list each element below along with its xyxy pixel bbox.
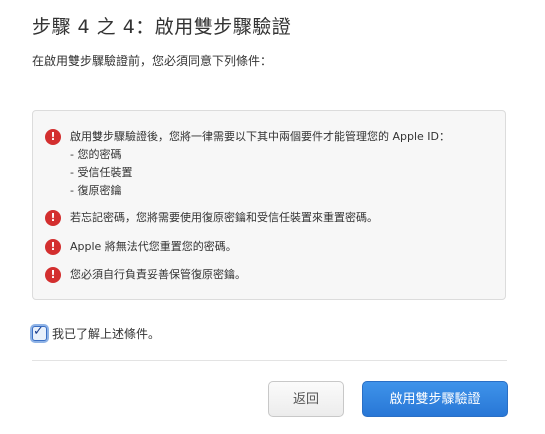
exclamation-icon: !	[45, 267, 61, 283]
list-item: - 受信任裝置	[70, 166, 133, 179]
exclamation-icon: !	[45, 210, 61, 226]
warning-text: 若忘記密碼，您將需要使用復原密鑰和受信任裝置來重置密碼。	[70, 211, 378, 224]
enable-two-step-button[interactable]: 啟用雙步驟驗證	[362, 381, 508, 417]
page-title: 步驟 4 之 4：啟用雙步驟驗證	[32, 16, 292, 38]
intro-text: 在啟用雙步驟驗證前，您必須同意下列條件：	[32, 54, 273, 68]
agreement-row: ✓ 我已了解上述條件。	[32, 324, 160, 342]
warning-item-apple-reset: ! Apple 將無法代您重置您的密碼。	[45, 238, 237, 256]
agree-label[interactable]: 我已了解上述條件。	[52, 325, 160, 342]
back-button[interactable]: 返回	[268, 381, 344, 417]
exclamation-icon: !	[45, 239, 61, 255]
warning-text: 啟用雙步驟驗證後，您將一律需要以下其中兩個要件才能管理您的 Apple ID：	[70, 130, 451, 143]
warning-text: 您必須自行負責妥善保管復原密鑰。	[70, 268, 246, 281]
exclamation-icon: !	[45, 129, 61, 145]
list-item: - 復原密鑰	[70, 184, 122, 197]
warning-item-keep-key: ! 您必須自行負責妥善保管復原密鑰。	[45, 266, 246, 284]
warning-content: 啟用雙步驟驗證後，您將一律需要以下其中兩個要件才能管理您的 Apple ID： …	[61, 128, 450, 200]
warning-item-forgot-password: ! 若忘記密碼，您將需要使用復原密鑰和受信任裝置來重置密碼。	[45, 209, 378, 227]
warning-item-requirements: ! 啟用雙步驟驗證後，您將一律需要以下其中兩個要件才能管理您的 Apple ID…	[45, 128, 450, 200]
warning-text: Apple 將無法代您重置您的密碼。	[70, 240, 237, 253]
divider	[32, 360, 507, 361]
list-item: - 您的密碼	[70, 148, 122, 161]
agree-checkbox[interactable]: ✓	[32, 324, 47, 341]
checkmark-icon: ✓	[33, 324, 44, 339]
warning-box: ! 啟用雙步驟驗證後，您將一律需要以下其中兩個要件才能管理您的 Apple ID…	[32, 110, 506, 300]
requirements-list: - 您的密碼 - 受信任裝置 - 復原密鑰	[70, 146, 450, 200]
